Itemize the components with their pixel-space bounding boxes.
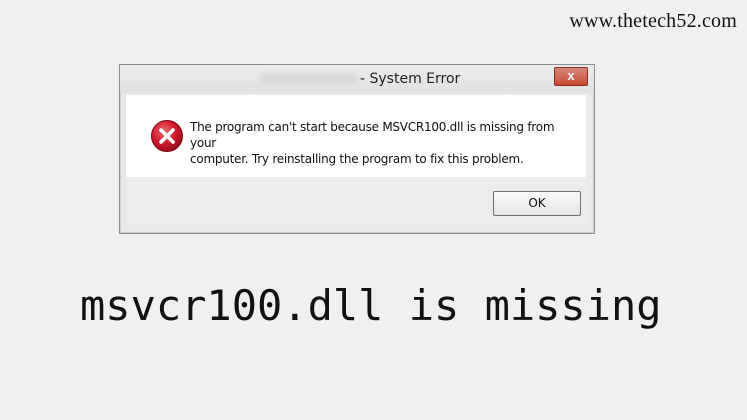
watermark-text: www.thetech52.com <box>569 10 737 32</box>
dialog-content: The program can't start because MSVCR100… <box>126 95 586 177</box>
dialog-title: - System Error <box>360 71 461 87</box>
dialog-footer: OK <box>126 177 586 225</box>
error-message-line-1: The program can't start because MSVCR100… <box>190 120 555 150</box>
error-message: The program can't start because MSVCR100… <box>190 119 575 167</box>
dialog-titlebar[interactable]: - System Error x <box>120 65 594 93</box>
error-message-line-2: computer. Try reinstalling the program t… <box>190 152 524 166</box>
error-icon <box>151 120 183 152</box>
close-button[interactable]: x <box>554 67 588 86</box>
ok-button[interactable]: OK <box>493 191 581 216</box>
close-icon: x <box>567 68 575 83</box>
caption-text: msvcr100.dll is missing <box>80 281 662 330</box>
system-error-dialog: - System Error x The program can't start… <box>119 64 595 234</box>
blurred-app-name <box>260 73 358 85</box>
